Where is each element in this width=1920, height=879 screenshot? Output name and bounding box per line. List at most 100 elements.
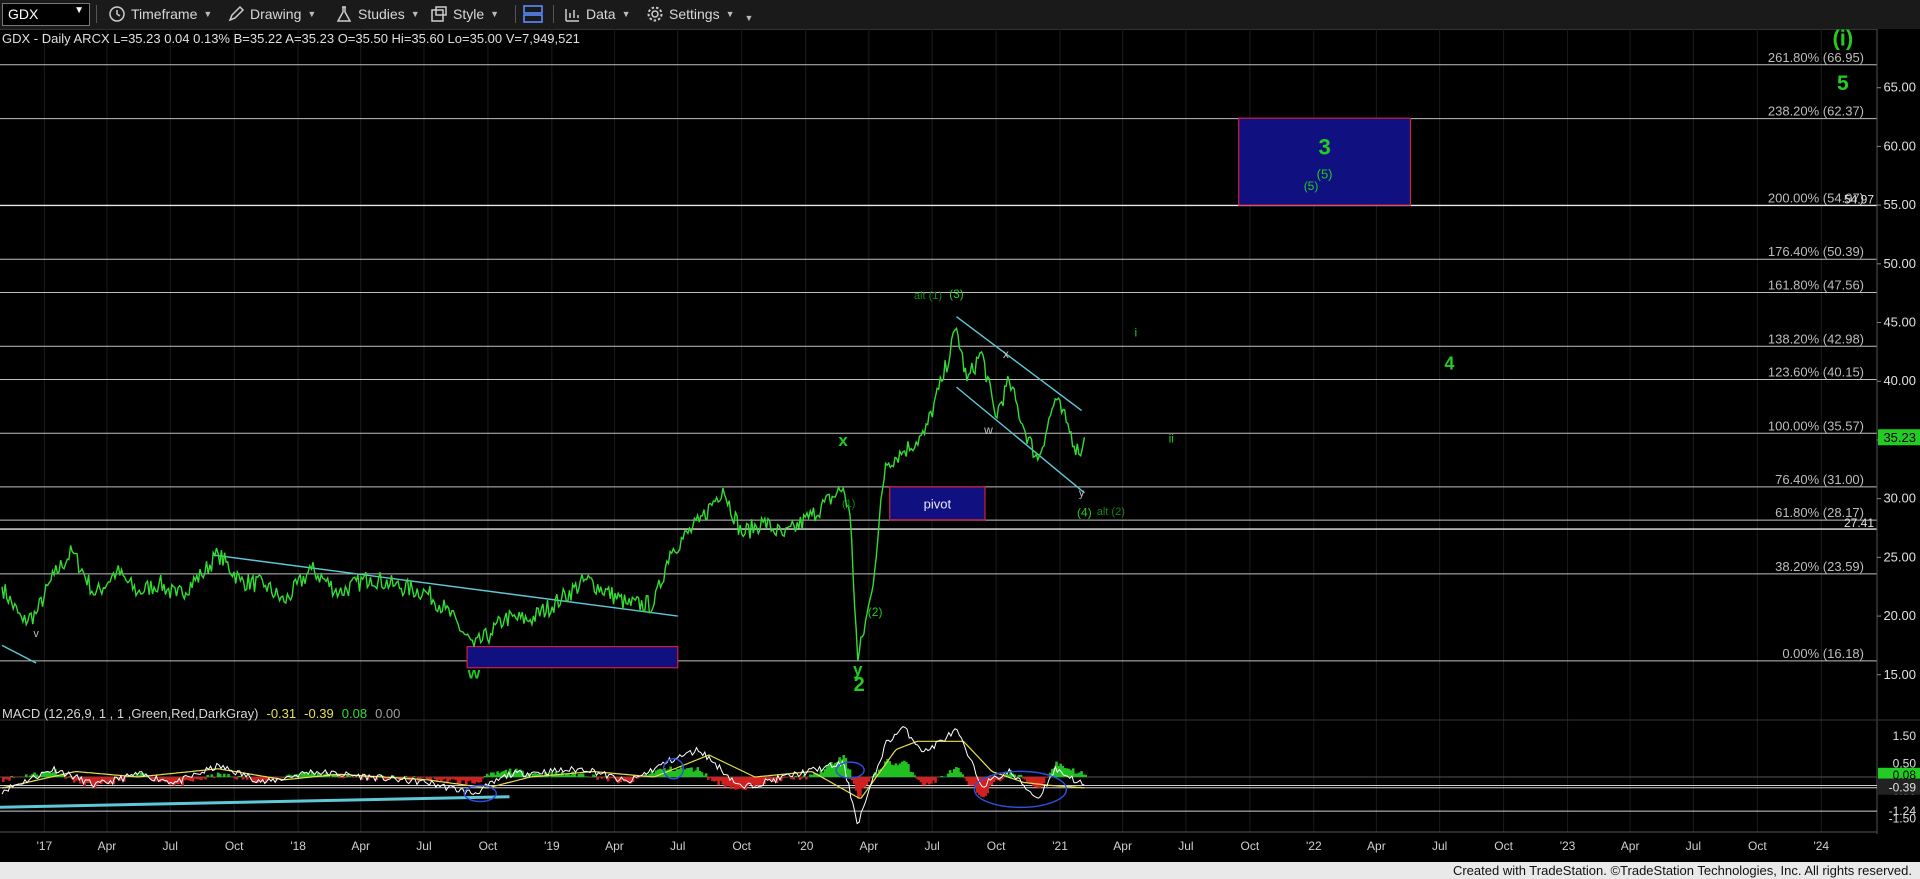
macd-histogram-bar xyxy=(792,777,796,780)
wave-label: (3) xyxy=(949,287,964,301)
macd-histogram-bar xyxy=(934,777,937,783)
overflow-caret-icon: ▼ xyxy=(744,13,754,23)
channel-upper xyxy=(956,316,1083,412)
fib-label: 38.20% (23.59) xyxy=(1775,559,1864,574)
price-chart[interactable]: 0.00% (16.18)38.20% (23.59)61.80% (28.17… xyxy=(0,29,1920,862)
timeframe-button[interactable]: Timeframe ▼ xyxy=(108,3,212,25)
x-tick-label: Apr xyxy=(98,839,117,853)
zones: pivot 3 (5) xyxy=(466,117,1412,669)
horizontal-line-label: 27.41 xyxy=(1844,516,1874,530)
layout-button[interactable] xyxy=(522,3,544,25)
x-tick-label: Apr xyxy=(1367,839,1386,853)
macd-histogram-bar xyxy=(481,777,485,779)
fib-label: 123.60% (40.15) xyxy=(1768,364,1864,379)
wave-label: ii xyxy=(1169,431,1174,445)
wave-label: (1) xyxy=(842,498,855,510)
x-tick-label: Jul xyxy=(163,839,178,853)
macd-value-3: 0.08 xyxy=(342,706,367,721)
chevron-down-icon: ▼ xyxy=(410,9,420,19)
macd-histogram-bar xyxy=(848,769,852,777)
wave-label: (2) xyxy=(868,605,883,619)
y-tick-label: 65.00 xyxy=(1883,80,1916,95)
x-tick-label: Jul xyxy=(1432,839,1447,853)
wave3-target-sublabel: (5) xyxy=(1317,167,1333,182)
style-button[interactable]: Style ▼ xyxy=(430,3,499,25)
wave-label: (i) xyxy=(1832,29,1853,50)
drawing-label: Drawing xyxy=(250,6,302,22)
layout-icon xyxy=(523,5,543,23)
drawing-button[interactable]: Drawing ▼ xyxy=(227,3,316,25)
wave-label: w xyxy=(467,665,481,682)
x-tick-label: '24 xyxy=(1813,839,1829,853)
macd-histogram-bar xyxy=(241,777,245,780)
macd-value-4: 0.00 xyxy=(375,706,400,721)
studies-button[interactable]: Studies ▼ xyxy=(335,3,420,25)
macd-histogram-bar xyxy=(581,773,585,777)
macd-histogram-bar xyxy=(961,774,964,777)
x-tick-label: Oct xyxy=(987,839,1006,853)
chevron-down-icon: ▼ xyxy=(725,9,735,19)
macd-histogram-bar xyxy=(210,774,214,777)
wave-label: x xyxy=(838,431,848,450)
y-tick-label: 15.00 xyxy=(1883,667,1916,682)
wave-label: 2 xyxy=(854,674,865,696)
macd-histogram-bar xyxy=(412,776,416,777)
macd-histogram-bar xyxy=(1084,774,1087,777)
macd-histogram-bar xyxy=(8,777,11,781)
macd-histogram-bar xyxy=(1019,774,1023,777)
macd-histogram-bar xyxy=(223,773,226,777)
wave-label: i xyxy=(1135,326,1138,340)
x-tick-label: Jul xyxy=(670,839,685,853)
fib-label: 0.00% (16.18) xyxy=(1782,646,1864,661)
x-tick-label: Jul xyxy=(1686,839,1701,853)
toolbar: GDX ▼ Timeframe ▼ Drawing ▼ Studies ▼ St… xyxy=(0,0,1920,30)
studies-label: Studies xyxy=(358,6,405,22)
x-tick-label: Apr xyxy=(1621,839,1640,853)
fib-label: 100.00% (35.57) xyxy=(1768,418,1864,433)
symbol-input[interactable]: GDX ▼ xyxy=(2,3,90,26)
macd-histogram-bar xyxy=(800,777,804,779)
channel-lower xyxy=(956,386,1085,494)
lower-left-line xyxy=(1,644,37,664)
macd-histogram-bar xyxy=(1042,777,1046,784)
macd-histogram-bar xyxy=(344,777,347,779)
macd-value-2: -0.39 xyxy=(304,706,334,721)
macd-histogram-bar xyxy=(204,777,207,780)
macd-histogram-bar xyxy=(24,774,28,777)
y-tick-label: 50.00 xyxy=(1883,256,1916,271)
macd-histogram-bar xyxy=(10,775,13,777)
y-tick-label: 25.00 xyxy=(1883,549,1916,564)
macd-pane: 1.500.50-0.50-1.500.08-0.31-0.39-1.24 xyxy=(0,719,1920,825)
x-tick-label: Oct xyxy=(225,839,244,853)
symbol-info-header: GDX - Daily ARCX L=35.23 0.04 0.13% B=35… xyxy=(2,31,580,46)
x-tick-label: Oct xyxy=(1494,839,1513,853)
macd-histogram-bar xyxy=(235,777,239,780)
wave-label: (5) xyxy=(1304,179,1319,193)
fib-label: 138.20% (42.98) xyxy=(1768,331,1864,346)
footer-copyright: Created with TradeStation. ©TradeStation… xyxy=(1452,863,1912,878)
chevron-down-icon: ▼ xyxy=(490,9,500,19)
last-price-label: 35.23 xyxy=(1883,430,1916,445)
bar-chart-icon xyxy=(565,9,579,22)
wave-label: 4 xyxy=(1444,354,1454,374)
toolbar-divider xyxy=(515,5,516,23)
macd-histogram-bar xyxy=(913,775,916,777)
macd-histogram-bar xyxy=(590,777,593,778)
wave-label: v xyxy=(33,628,39,640)
x-tick-label: Jul xyxy=(924,839,939,853)
macd-histogram-bar xyxy=(356,777,360,778)
fib-levels: 0.00% (16.18)38.20% (23.59)61.80% (28.17… xyxy=(0,50,1877,662)
macd-histogram-bar xyxy=(602,777,606,778)
settings-button[interactable]: Settings ▼ ▼ xyxy=(646,3,753,25)
flask-icon xyxy=(336,6,352,22)
macd-signal-line xyxy=(1,740,1085,799)
x-tick-label: '23 xyxy=(1560,839,1576,853)
x-tick-label: Apr xyxy=(860,839,879,853)
macd-value-1: -0.31 xyxy=(266,706,296,721)
wave3-target-label: 3 xyxy=(1318,135,1330,160)
macd-histogram-bar xyxy=(804,777,808,780)
data-button[interactable]: Data ▼ xyxy=(563,3,631,25)
x-tick-label: Jul xyxy=(1178,839,1193,853)
y-tick-label: 30.00 xyxy=(1883,491,1916,506)
x-tick-label: Apr xyxy=(1113,839,1132,853)
